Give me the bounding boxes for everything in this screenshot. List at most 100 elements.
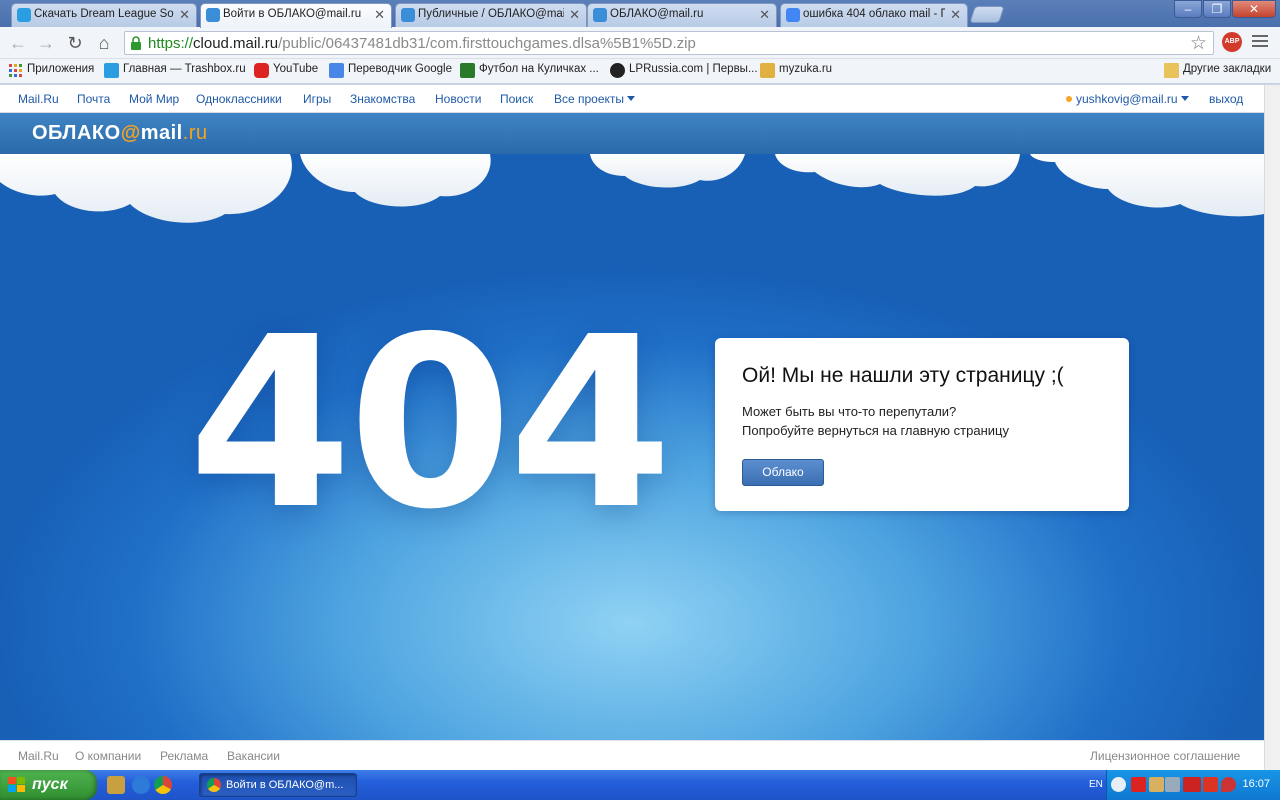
network-icon[interactable] bbox=[1165, 777, 1180, 792]
tray-app-icon[interactable] bbox=[1149, 777, 1164, 792]
browser-tab-4[interactable]: ОБЛАКО@mail.ru ✕ bbox=[587, 3, 777, 27]
bookmark-star-icon[interactable]: ☆ bbox=[1190, 32, 1207, 55]
bookmark-lprussia[interactable]: LPRussia.com | Первы... bbox=[610, 63, 758, 78]
browser-menu-icon[interactable] bbox=[1252, 35, 1268, 49]
tray-expand-icon[interactable] bbox=[1111, 777, 1126, 792]
shield-icon[interactable] bbox=[1221, 777, 1236, 792]
cloud-favicon-icon bbox=[401, 8, 415, 22]
restore-icon[interactable]: ❐ bbox=[1203, 0, 1231, 18]
translate-icon bbox=[329, 63, 344, 78]
cloud-home-button[interactable]: Облако bbox=[742, 459, 824, 486]
address-bar[interactable]: https://cloud.mail.ru/public/06437481db3… bbox=[124, 31, 1214, 55]
bookmark-apps[interactable]: Приложения bbox=[8, 63, 95, 77]
football-icon bbox=[460, 63, 475, 78]
new-tab-button[interactable] bbox=[969, 6, 1005, 23]
error-message-line2: Попробуйте вернуться на главную страницу bbox=[742, 423, 1009, 438]
close-icon[interactable]: ✕ bbox=[950, 7, 961, 23]
bookmark-translate[interactable]: Переводчик Google bbox=[329, 63, 453, 78]
url-path: /public/06437481db31/com.firsttouchgames… bbox=[278, 35, 696, 52]
clock: 16:07 bbox=[1242, 778, 1270, 790]
bookmark-label: Главная — Trashbox.ru bbox=[123, 63, 246, 75]
minimize-icon[interactable]: – bbox=[1174, 0, 1202, 18]
chrome-icon[interactable] bbox=[154, 776, 172, 794]
nav-all-projects[interactable]: Все проекты bbox=[554, 92, 636, 106]
page-scrollbar[interactable] bbox=[1264, 85, 1280, 770]
browser-tab-1[interactable]: Скачать Dream League Soc ✕ bbox=[11, 3, 197, 27]
logo-prefix: ОБЛАКО bbox=[32, 122, 121, 144]
user-menu[interactable]: yushkovig@mail.ru bbox=[1066, 92, 1189, 106]
internet-explorer-icon[interactable] bbox=[132, 776, 150, 794]
close-icon[interactable]: ✕ bbox=[179, 7, 190, 23]
nav-mailru[interactable]: Mail.Ru bbox=[18, 92, 59, 106]
browser-toolbar: ← → ↻ ⌂ https://cloud.mail.ru/public/064… bbox=[0, 27, 1280, 59]
opera-tray-icon[interactable] bbox=[1131, 777, 1146, 792]
close-icon[interactable]: ✕ bbox=[374, 7, 385, 23]
apps-grid-icon bbox=[9, 64, 22, 77]
nav-poisk[interactable]: Поиск bbox=[500, 92, 533, 106]
footer-link-license[interactable]: Лицензионное соглашение bbox=[1090, 749, 1240, 763]
close-icon[interactable]: ✕ bbox=[759, 7, 770, 23]
close-icon[interactable]: ✕ bbox=[569, 7, 580, 23]
quicklaunch-app-icon[interactable] bbox=[107, 776, 125, 794]
chevron-down-icon bbox=[1180, 96, 1189, 101]
lprussia-icon bbox=[610, 63, 625, 78]
bookmark-label: LPRussia.com | Первы... bbox=[629, 63, 758, 75]
language-indicator[interactable]: EN bbox=[1089, 779, 1103, 790]
other-bookmarks[interactable]: Другие закладки bbox=[1164, 63, 1271, 78]
logout-link[interactable]: выход bbox=[1209, 92, 1243, 106]
bookmark-label: Переводчик Google bbox=[348, 63, 453, 75]
taskbar-window-chrome[interactable]: Войти в ОБЛАКО@m... bbox=[199, 773, 357, 797]
window-close-icon[interactable]: ✕ bbox=[1232, 0, 1276, 18]
taskbar-window-title: Войти в ОБЛАКО@m... bbox=[226, 779, 344, 791]
error-card: Ой! Мы не нашли эту страницу ;( Может бы… bbox=[715, 338, 1129, 511]
nav-znakomstva[interactable]: Знакомства bbox=[350, 92, 415, 106]
nav-igry[interactable]: Игры bbox=[303, 92, 331, 106]
youtube-icon bbox=[254, 63, 269, 78]
nav-odnoklassniki[interactable]: Одноклассники bbox=[196, 92, 282, 106]
tab-title: ОБЛАКО@mail.ru bbox=[610, 8, 704, 20]
windows-flag-icon bbox=[8, 777, 25, 792]
browser-tab-5[interactable]: ошибка 404 облако mail - П ✕ bbox=[780, 3, 968, 27]
nav-novosti[interactable]: Новости bbox=[435, 92, 481, 106]
portal-nav: Mail.Ru Почта Мой Мир Одноклассники Игры… bbox=[0, 85, 1264, 113]
footer-link-mailru[interactable]: Mail.Ru bbox=[18, 749, 59, 763]
ati-icon[interactable] bbox=[1183, 777, 1201, 792]
clouds-decoration bbox=[0, 154, 1264, 223]
start-button[interactable]: пуск bbox=[0, 770, 97, 800]
page-footer: Mail.Ru О компании Реклама Вакансии Лице… bbox=[0, 740, 1264, 770]
cloud-favicon-icon bbox=[206, 8, 220, 22]
error-page-main: 404 Ой! Мы не нашли эту страницу ;( Може… bbox=[0, 154, 1264, 740]
bookmark-football[interactable]: Футбол на Куличках ... bbox=[460, 63, 599, 78]
footer-link-about[interactable]: О компании bbox=[75, 749, 141, 763]
home-icon[interactable]: ⌂ bbox=[92, 32, 116, 54]
tab-title: Войти в ОБЛАКО@mail.ru bbox=[223, 8, 362, 20]
lock-icon bbox=[131, 36, 141, 50]
bookmark-youtube[interactable]: YouTube bbox=[254, 63, 319, 78]
nav-pochta[interactable]: Почта bbox=[77, 92, 110, 106]
tab-title: Публичные / ОБЛАКО@mail bbox=[418, 8, 564, 20]
kaspersky-icon[interactable] bbox=[1203, 777, 1218, 792]
status-dot-icon bbox=[1066, 96, 1072, 102]
error-message-line1: Может быть вы что-то перепутали? bbox=[742, 404, 957, 419]
browser-tab-2[interactable]: Войти в ОБЛАКО@mail.ru ✕ bbox=[200, 3, 392, 28]
bookmark-label: Футбол на Куличках ... bbox=[479, 63, 599, 75]
forward-arrow-icon[interactable]: → bbox=[34, 32, 58, 54]
folder-icon bbox=[1164, 63, 1179, 78]
back-arrow-icon[interactable]: ← bbox=[6, 32, 30, 54]
adblock-extension-icon[interactable]: ABP bbox=[1222, 32, 1242, 52]
footer-link-ads[interactable]: Реклама bbox=[160, 749, 208, 763]
bookmark-label: Приложения bbox=[27, 63, 95, 75]
bookmark-label: YouTube bbox=[273, 63, 319, 75]
footer-link-jobs[interactable]: Вакансии bbox=[227, 749, 280, 763]
cloud-logo[interactable]: ОБЛАКО@mail.ru bbox=[32, 122, 208, 145]
bookmark-myzuka[interactable]: myzuka.ru bbox=[760, 63, 832, 78]
os-taskbar: пуск Войти в ОБЛАКО@m... EN 16:07 bbox=[0, 770, 1280, 800]
nav-moy-mir[interactable]: Мой Мир bbox=[129, 92, 179, 106]
url-host: cloud.mail.ru bbox=[193, 35, 279, 52]
reload-icon[interactable]: ↻ bbox=[63, 32, 87, 54]
error-title: Ой! Мы не нашли эту страницу ;( bbox=[742, 364, 1064, 387]
bookmark-trashbox[interactable]: Главная — Trashbox.ru bbox=[104, 63, 246, 78]
browser-tab-3[interactable]: Публичные / ОБЛАКО@mail ✕ bbox=[395, 3, 587, 27]
logo-ru: ru bbox=[188, 122, 208, 144]
tab-title: Скачать Dream League Soc bbox=[34, 8, 174, 20]
